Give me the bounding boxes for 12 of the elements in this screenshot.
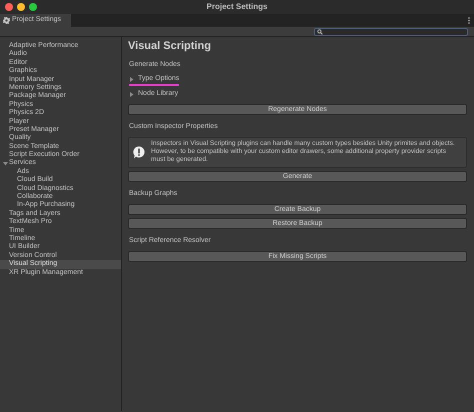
page-title: Visual Scripting — [128, 40, 212, 54]
caret-icon — [129, 76, 134, 82]
window-title: Project Settings — [206, 2, 268, 12]
search-field[interactable] — [314, 28, 468, 36]
zoom-window-button[interactable] — [29, 3, 37, 11]
caret-icon — [129, 92, 134, 97]
close-window-button[interactable] — [5, 3, 13, 11]
search-icon — [317, 28, 323, 34]
gear-icon — [3, 17, 10, 24]
warning-icon — [133, 146, 145, 159]
minimize-window-button[interactable] — [17, 3, 25, 11]
caret-icon[interactable] — [3, 159, 8, 168]
